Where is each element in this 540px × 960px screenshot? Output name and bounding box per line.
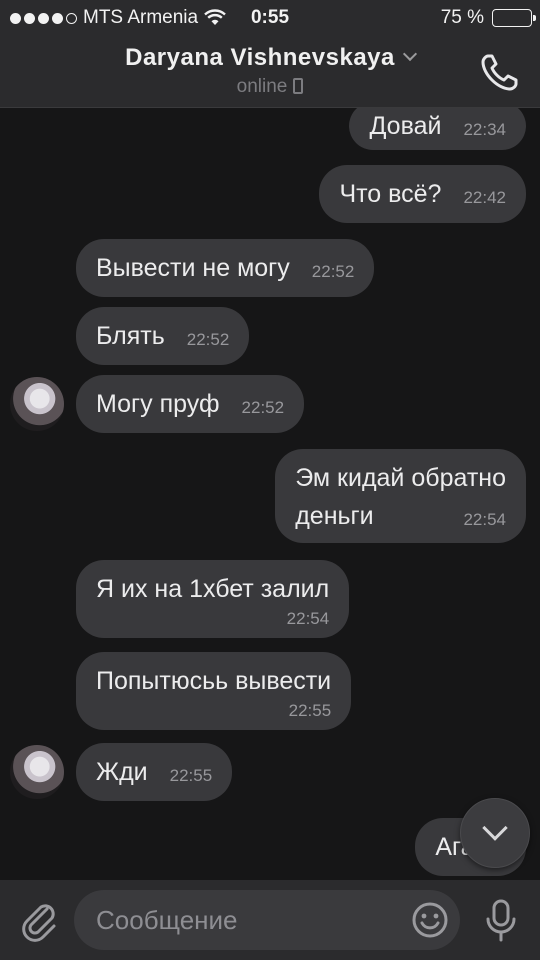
message-time: 22:54: [286, 609, 330, 628]
contact-avatar[interactable]: [10, 377, 64, 431]
mobile-device-icon: [293, 78, 304, 94]
message-text: Жди: [96, 758, 148, 786]
paperclip-icon[interactable]: [20, 900, 60, 942]
chevron-down-icon: [402, 46, 417, 62]
message-bubble-incoming[interactable]: Я их на 1хбет залил 22:54: [76, 560, 350, 638]
microphone-icon[interactable]: [484, 898, 518, 944]
message-list[interactable]: Довай 22:34 Что всё? 22:42 Вывести не мо…: [0, 108, 540, 880]
message-text: Вывести не могу: [96, 254, 290, 282]
message-bubble-incoming[interactable]: Могу пруф 22:52: [76, 375, 305, 433]
message-bubble-outgoing[interactable]: Что всё? 22:42: [319, 165, 526, 223]
message-bubble-incoming[interactable]: Блять 22:52: [76, 307, 250, 365]
emoji-icon[interactable]: [410, 900, 450, 940]
message-bubble-incoming[interactable]: Вывести не могу 22:52: [76, 239, 375, 297]
message-time: 22:34: [463, 120, 506, 139]
contact-name: Daryana Vishnevskaya: [125, 44, 395, 71]
message-time: 22:42: [463, 188, 506, 207]
message-text-line: Эм кидай обратно: [295, 464, 506, 492]
message-bubble-outgoing[interactable]: Довай 22:34: [349, 108, 526, 150]
online-status: online: [236, 76, 288, 97]
contact-avatar[interactable]: [10, 745, 64, 799]
chat-header: Daryana Vishnevskaya online: [0, 36, 540, 108]
message-time: 22:52: [186, 330, 230, 349]
battery-percent: 75 %: [440, 7, 484, 28]
message-time: 22:52: [241, 398, 285, 417]
battery-icon: [492, 9, 536, 27]
message-text: Что всё?: [339, 180, 442, 208]
chevron-down-icon: [482, 815, 508, 841]
composer-bar: [0, 880, 540, 960]
message-text: Попытюсьь вывести: [96, 667, 332, 695]
message-field[interactable]: [74, 890, 460, 950]
message-input[interactable]: [96, 890, 396, 950]
message-bubble-incoming[interactable]: Жди 22:55: [76, 743, 233, 801]
contact-status: online: [0, 76, 540, 98]
message-text: Блять: [96, 322, 165, 350]
message-text: Довай: [369, 112, 442, 140]
message-time: 22:54: [463, 510, 506, 529]
message-time: 22:55: [169, 766, 213, 785]
message-text-line: деньги: [295, 502, 374, 530]
message-text: Могу пруф: [96, 390, 220, 418]
message-bubble-outgoing[interactable]: Эм кидай обратно деньги 22:54: [275, 449, 526, 543]
status-bar: MTS Armenia 0:55 75 %: [0, 0, 540, 36]
message-time: 22:52: [311, 262, 355, 281]
contact-title[interactable]: Daryana Vishnevskaya: [0, 44, 540, 72]
call-button[interactable]: [478, 50, 522, 94]
scroll-to-bottom-button[interactable]: [460, 798, 530, 868]
message-bubble-incoming[interactable]: Попытюсьь вывести 22:55: [76, 652, 352, 730]
message-time: 22:55: [288, 701, 332, 720]
message-text: Я их на 1хбет залил: [96, 575, 330, 603]
